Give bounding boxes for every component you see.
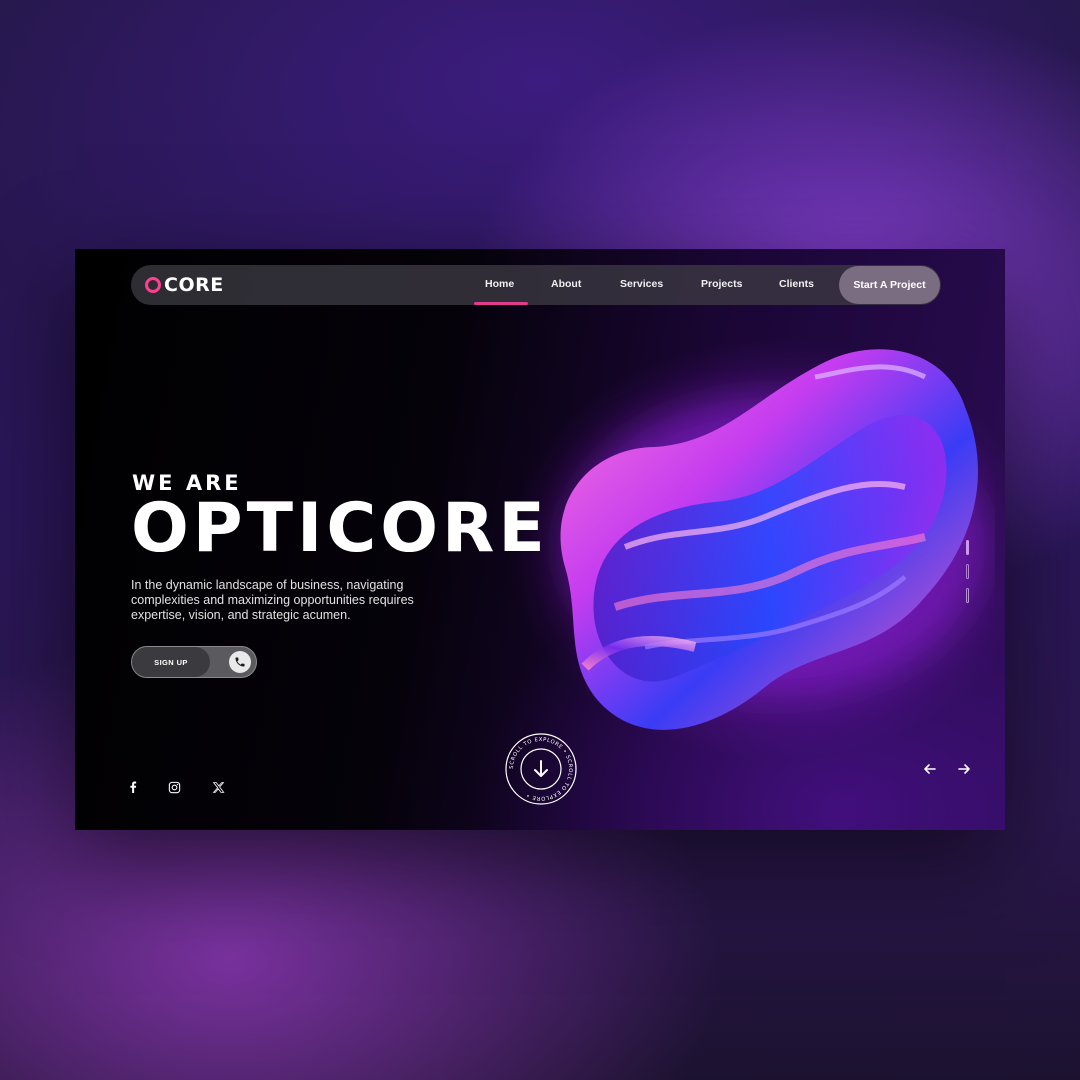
signup-button[interactable]: SIGN UP (131, 646, 257, 678)
nav-about[interactable]: About (551, 278, 581, 290)
hero-title: OPTICORE (131, 489, 549, 568)
logo-text: CORE (164, 274, 224, 296)
nav-home[interactable]: Home (485, 278, 514, 290)
active-nav-underline (474, 302, 528, 305)
start-project-button[interactable]: Start A Project (839, 266, 940, 304)
instagram-icon[interactable] (166, 779, 182, 795)
hero-description: In the dynamic landscape of business, na… (131, 578, 414, 622)
phone-icon[interactable] (229, 651, 251, 673)
nav-projects[interactable]: Projects (701, 278, 742, 290)
nav-services[interactable]: Services (620, 278, 663, 290)
x-icon[interactable] (210, 779, 226, 795)
website-frame: CORE Home About Services Projects Client… (75, 249, 1005, 830)
next-arrow-icon[interactable] (956, 761, 972, 777)
logo[interactable]: CORE (145, 274, 224, 296)
abstract-3d-blob (560, 349, 985, 730)
nav-clients[interactable]: Clients (779, 278, 814, 290)
signup-label: SIGN UP (132, 647, 210, 677)
prev-arrow-icon[interactable] (922, 761, 938, 777)
navbar: CORE Home About Services Projects Client… (131, 265, 941, 305)
logo-ring-icon (145, 277, 161, 293)
facebook-icon[interactable] (125, 779, 141, 795)
